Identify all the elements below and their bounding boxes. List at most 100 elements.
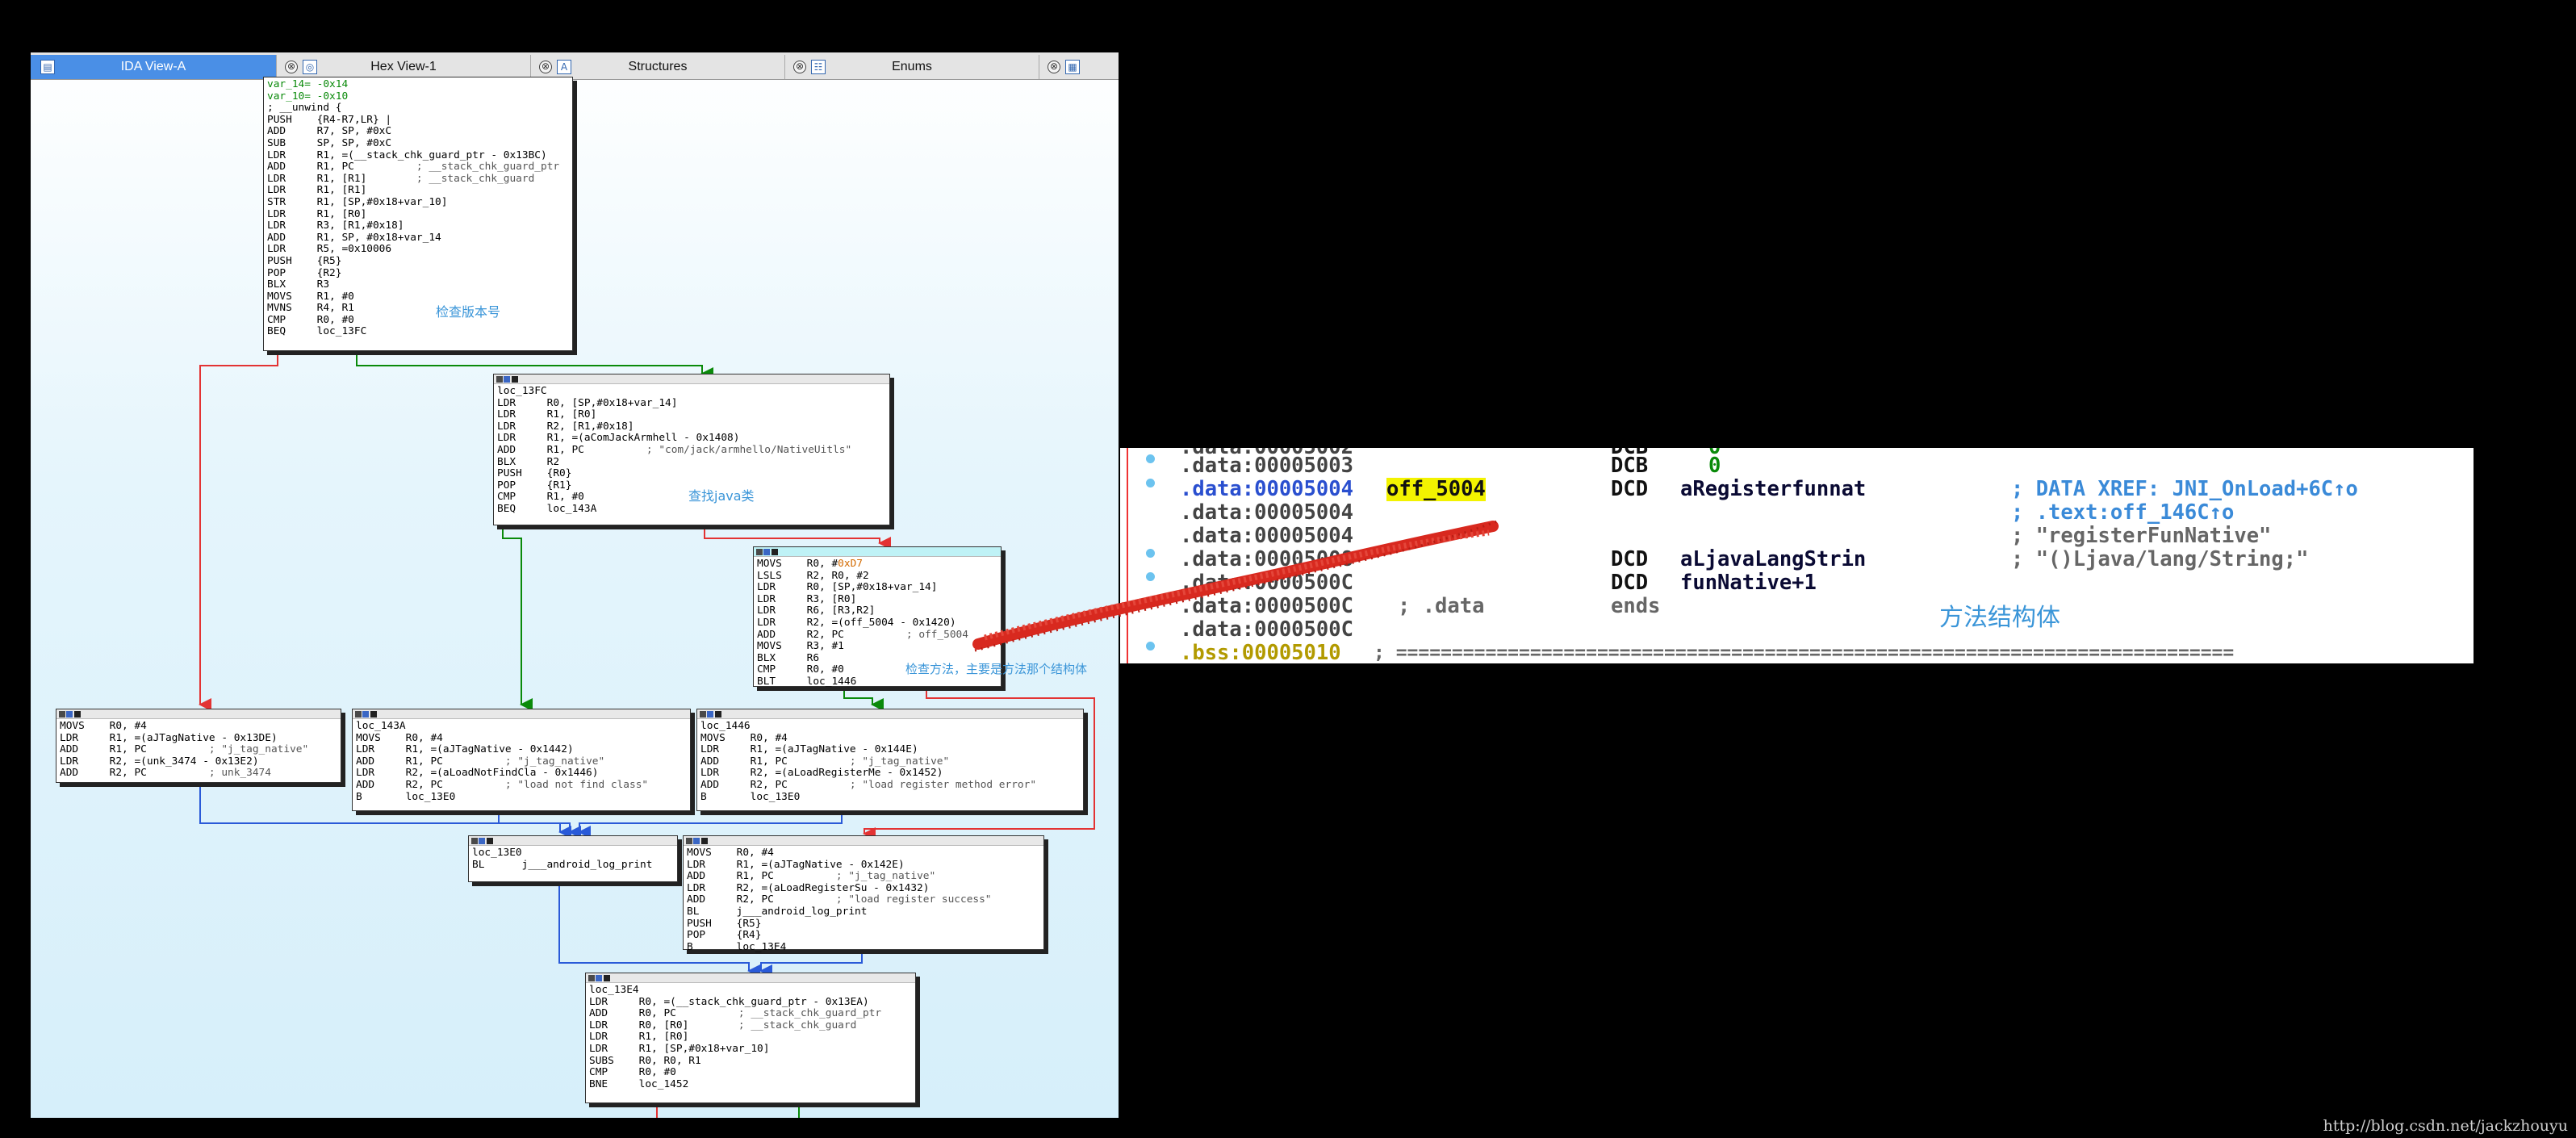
asm-line[interactable]: PUSH {R0} xyxy=(497,468,887,480)
asm-line[interactable]: LSLS R2, R0, #2 xyxy=(757,570,998,583)
asm-line[interactable]: ADD R1, PC ; __stack_chk_guard_ptr xyxy=(267,161,570,174)
asm-line[interactable]: MOVS R0, #4 xyxy=(60,720,338,733)
asm-line[interactable]: ADD R1, PC ; "j_tag_native" xyxy=(700,755,1081,768)
asm-line[interactable]: B loc_13E4 xyxy=(687,941,1041,954)
block-header xyxy=(469,836,677,846)
asm-line[interactable]: ADD R7, SP, #0xC xyxy=(267,126,570,138)
asm-line[interactable]: loc_143A xyxy=(356,720,688,733)
asm-line[interactable]: MVNS R4, R1 xyxy=(267,303,570,315)
asm-line[interactable]: ADD R2, PC ; "load not find class" xyxy=(356,778,688,792)
asm-line[interactable]: LDR R1, =(aJTagNative - 0x1442) xyxy=(356,744,688,756)
xref-comment[interactable]: ; .text:off_146C↑o xyxy=(2011,501,2234,525)
asm-line[interactable]: ADD R1, SP, #0x18+var_14 xyxy=(267,232,570,245)
label-off-5004[interactable]: off_5004 xyxy=(1386,478,1486,501)
asm-line[interactable]: loc_1446 xyxy=(700,720,1081,733)
asm-line[interactable]: loc_13E0 xyxy=(472,847,675,860)
xref-comment[interactable]: ; DATA XREF: JNI_OnLoad+6C↑o xyxy=(2011,478,2358,501)
edge-entry-true xyxy=(356,355,713,380)
asm-line[interactable]: BL j___android_log_print xyxy=(687,906,1041,918)
data-row-selected[interactable]: .data:00005004 off_5004 DCD aRegisterfunnat… xyxy=(1180,478,2358,501)
asm-line[interactable]: LDR R0, [R0] ; __stack_chk_guard xyxy=(589,1019,913,1032)
asm-line[interactable]: LDR R5, =0x10006 xyxy=(267,244,570,256)
asm-line[interactable]: MOVS R0, #4 xyxy=(700,732,1081,745)
asm-line[interactable]: LDR R1, [R0] xyxy=(267,208,570,221)
asm-comment: ; __stack_chk_guard xyxy=(416,172,535,185)
asm-line[interactable]: LDR R0, [SP,#0x18+var_14] xyxy=(497,397,887,410)
asm-line[interactable]: LDR R1, =(aJTagNative - 0x142E) xyxy=(687,859,1041,872)
asm-line[interactable]: CMP R0, #0 xyxy=(267,314,570,327)
asm-line[interactable]: ADD R2, PC ; off_5004 xyxy=(757,629,998,642)
asm-line[interactable]: B loc_13E0 xyxy=(356,791,688,804)
asm-line[interactable]: PUSH {R4-R7,LR} | xyxy=(267,114,570,127)
asm-line[interactable]: BLT loc_1446 xyxy=(757,676,998,688)
asm-line[interactable]: ADD R1, PC ; "com/jack/armhello/NativeUi… xyxy=(497,444,887,457)
asm-line[interactable]: var_14= -0x14 xyxy=(267,78,570,91)
asm-line[interactable]: LDR R2, =(off_5004 - 0x1420) xyxy=(757,617,998,630)
asm-line[interactable]: PUSH {R5} xyxy=(267,255,570,268)
asm-line[interactable]: LDR R1, [R1] xyxy=(267,185,570,197)
asm-line[interactable]: LDR R2, =(aLoadNotFindCla - 0x1446) xyxy=(356,768,688,780)
asm-line[interactable]: BLX R2 xyxy=(497,456,887,469)
asm-line[interactable]: LDR R3, [R1,#0x18] xyxy=(267,220,570,232)
asm-line[interactable]: STR R1, [SP,#0x18+var_10] xyxy=(267,196,570,209)
asm-line[interactable]: loc_13E4 xyxy=(589,984,913,997)
asm-line[interactable]: LDR R2, =(unk_3474 - 0x13E2) xyxy=(60,755,338,768)
asm-line[interactable]: ADD R1, PC ; "j_tag_native" xyxy=(60,743,338,756)
code-block-loc-1446[interactable]: loc_1446 MOVS R0, #4 LDR R1, =(aJTagNative… xyxy=(696,709,1084,811)
asm-line[interactable]: LDR R1, [R0] xyxy=(589,1031,913,1044)
code-block-register-success[interactable]: MOVS R0, #4 LDR R1, =(aJTagNative - 0x142… xyxy=(683,835,1044,952)
asm-comment: ; "load not find class" xyxy=(504,778,649,791)
annotation-find-class: 查找java类 xyxy=(688,488,755,504)
asm-line[interactable]: ADD R2, PC ; "load register success" xyxy=(687,894,1041,906)
code-block-entry[interactable]: var_14= -0x14 var_10= -0x10; __unwind {PU… xyxy=(263,77,573,351)
asm-line[interactable]: B loc_13E0 xyxy=(700,791,1081,804)
asm-line[interactable]: POP {R2} xyxy=(267,267,570,280)
asm-line[interactable]: ADD R0, PC ; __stack_chk_guard_ptr xyxy=(589,1007,913,1020)
data-row[interactable]: .data:00005003 DCB 0 xyxy=(1180,454,1721,478)
asm-line[interactable]: BLX R3 xyxy=(267,278,570,291)
asm-line[interactable]: ADD R1, PC ; "j_tag_native" xyxy=(356,755,688,768)
asm-line[interactable]: CMP R0, #0 xyxy=(589,1067,913,1079)
asm-line[interactable]: LDR R0, =(__stack_chk_guard_ptr - 0x13EA… xyxy=(589,996,913,1009)
asm-line[interactable]: LDR R2, =(aLoadRegisterMe - 0x1452) xyxy=(700,768,1081,780)
asm-line[interactable]: LDR R2, [R1,#0x18] xyxy=(497,420,887,433)
asm-line[interactable]: BEQ loc_13FC xyxy=(267,326,570,338)
asm-line[interactable]: LDR R0, [SP,#0x18+var_14] xyxy=(757,582,998,594)
asm-line[interactable]: LDR R6, [R3,R2] xyxy=(757,605,998,617)
asm-line[interactable]: BL j___android_log_print xyxy=(472,859,675,872)
asm-line[interactable]: MOVS R3, #1 xyxy=(757,641,998,653)
breakpoint-dot[interactable] xyxy=(1146,479,1155,487)
asm-line[interactable]: LDR R1, =(aComJackArmhell - 0x1408) xyxy=(497,433,887,445)
asm-line[interactable]: BEQ loc_143A xyxy=(497,503,887,516)
asm-line[interactable]: MOVS R0, #4 xyxy=(687,847,1041,860)
asm-line[interactable]: MOVS R0, #0xD7 xyxy=(757,558,998,571)
asm-line[interactable]: LDR R1, [SP,#0x18+var_10] xyxy=(589,1043,913,1056)
asm-line[interactable]: LDR R2, =(aLoadRegisterSu - 0x1432) xyxy=(687,882,1041,895)
asm-line[interactable]: ; __unwind { xyxy=(267,103,570,115)
asm-line[interactable]: LDR R1, =(__stack_chk_guard_ptr - 0x13BC… xyxy=(267,149,570,162)
asm-line[interactable]: BNE loc_1452 xyxy=(589,1078,913,1091)
asm-line[interactable]: MOVS R0, #4 xyxy=(356,732,688,745)
block-header xyxy=(754,547,1001,557)
asm-line[interactable]: LDR R1, [R1] ; __stack_chk_guard xyxy=(267,172,570,186)
asm-line[interactable]: ADD R2, PC ; unk_3474 xyxy=(60,768,338,780)
asm-line[interactable]: SUBS R0, R0, R1 xyxy=(589,1055,913,1068)
asm-line[interactable]: PUSH {R5} xyxy=(687,918,1041,931)
code-block-loc-13e4[interactable]: loc_13E4 LDR R0, =(__stack_chk_guard_ptr … xyxy=(585,973,916,1103)
asm-line[interactable]: POP {R4} xyxy=(687,930,1041,942)
code-block-loc-13e0[interactable]: loc_13E0 BL j___android_log_print xyxy=(468,835,678,882)
code-block-left[interactable]: MOVS R0, #4 LDR R1, =(aJTagNative - 0x13D… xyxy=(56,709,341,783)
asm-line[interactable]: loc_13FC xyxy=(497,385,887,398)
asm-line[interactable]: LDR R1, [R0] xyxy=(497,409,887,421)
breakpoint-dot[interactable] xyxy=(1146,454,1155,463)
asm-comment: ; "j_tag_native" xyxy=(835,870,936,883)
code-block-loc-143a[interactable]: loc_143A MOVS R0, #4 LDR R1, =(aJTagNative… xyxy=(352,709,691,811)
asm-line[interactable]: LDR R3, [R0] xyxy=(757,593,998,606)
asm-line[interactable]: SUB SP, SP, #0xC xyxy=(267,137,570,150)
asm-line[interactable]: MOVS R1, #0 xyxy=(267,291,570,303)
asm-line[interactable]: ADD R1, PC ; "j_tag_native" xyxy=(687,870,1041,883)
asm-line[interactable]: ADD R2, PC ; "load register method error… xyxy=(700,779,1081,792)
asm-line[interactable]: var_10= -0x10 xyxy=(267,90,570,103)
asm-line[interactable]: LDR R1, =(aJTagNative - 0x144E) xyxy=(700,744,1081,756)
asm-line[interactable]: LDR R1, =(aJTagNative - 0x13DE) xyxy=(60,732,338,745)
